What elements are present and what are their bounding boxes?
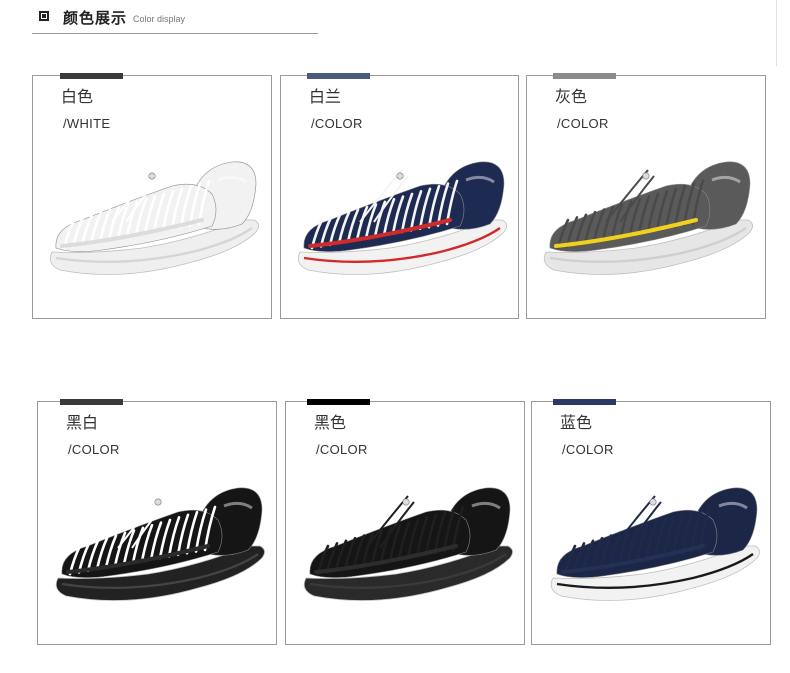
toggle-icon	[396, 172, 404, 180]
color-card[interactable]: 白兰/COLOR	[280, 73, 519, 319]
color-name: 灰色	[555, 87, 588, 106]
divider	[776, 0, 777, 66]
toggle-icon	[154, 498, 162, 506]
color-tab	[60, 399, 123, 405]
color-tab	[553, 399, 616, 405]
color-name: 白色	[61, 87, 94, 106]
sandal-image	[550, 487, 760, 601]
color-label-en: /COLOR	[68, 442, 120, 457]
color-tab	[307, 399, 370, 405]
color-label-en: /WHITE	[63, 116, 111, 131]
color-name: 黑色	[314, 413, 347, 432]
color-card[interactable]: 黑色/COLOR	[285, 399, 525, 645]
color-label-en: /COLOR	[557, 116, 609, 131]
color-label-en: /COLOR	[316, 442, 368, 457]
color-tab	[553, 73, 616, 79]
section-subtitle: Color display	[133, 14, 186, 24]
sandal-image	[55, 487, 265, 601]
color-card[interactable]: 黑白/COLOR	[37, 399, 277, 645]
color-card[interactable]: 灰色/COLOR	[526, 73, 766, 319]
section-title: 颜色展示	[63, 9, 128, 27]
color-card[interactable]: 白色/WHITE	[32, 73, 272, 319]
color-name: 蓝色	[560, 413, 593, 432]
square-icon	[39, 11, 49, 21]
sandal-image	[49, 161, 259, 275]
toggle-icon	[649, 498, 657, 506]
color-tab	[307, 73, 370, 79]
color-card[interactable]: 蓝色/COLOR	[531, 399, 771, 645]
divider	[32, 33, 318, 34]
color-label-en: /COLOR	[311, 116, 363, 131]
sandal-image	[303, 487, 513, 601]
color-name: 白兰	[309, 87, 342, 106]
color-name: 黑白	[66, 413, 99, 432]
toggle-icon	[642, 172, 650, 180]
color-tab	[60, 73, 123, 79]
toggle-icon	[148, 172, 156, 180]
sandal-image	[297, 161, 507, 275]
color-label-en: /COLOR	[562, 442, 614, 457]
sandal-image	[543, 161, 753, 275]
section-header: 颜色展示 Color display	[32, 6, 318, 36]
toggle-icon	[402, 498, 410, 506]
